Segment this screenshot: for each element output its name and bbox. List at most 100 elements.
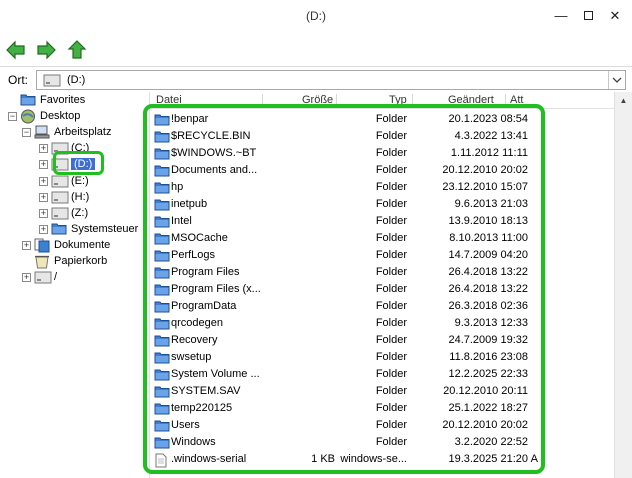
column-divider[interactable] [336,94,337,107]
file-list[interactable]: Datei Größe Typ Geändert Att !benpar Fold… [150,92,632,478]
tree-expander-icon[interactable]: + [39,192,48,202]
tree-item[interactable]: + (Z:) [0,206,149,222]
tree-item-label: (H:) [71,190,90,203]
file-modified: 14.7.2009 04:20 [448,249,528,261]
tree-expander-icon[interactable]: + [39,208,48,218]
tree-expander-icon[interactable]: + [22,240,31,250]
location-combobox[interactable]: (D:) [36,70,626,90]
file-modified: 3.2.2020 22:52 [454,436,528,448]
desktop-icon [21,109,35,124]
table-row[interactable]: Users Folder 20.12.2010 20:02 [150,417,616,434]
tree-expander-icon[interactable]: − [8,112,17,122]
tree-expander-icon[interactable]: + [39,160,48,170]
tree-item[interactable]: + / [0,270,149,286]
table-row[interactable]: SYSTEM.SAV Folder 20.12.2010 20:11 [150,383,616,400]
folder-icon [154,199,170,211]
file-name: !benpar [171,113,209,125]
table-row[interactable]: swsetup Folder 11.8.2016 23:08 [150,349,616,366]
vertical-scrollbar[interactable]: ▲ [614,92,632,478]
file-type: Folder [375,300,407,312]
file-type: Folder [375,368,407,380]
chevron-up-icon: ▲ [619,96,628,105]
table-row[interactable]: PerfLogs Folder 14.7.2009 04:20 [150,247,616,264]
table-row[interactable]: Documents and... Folder 20.12.2010 20:02 [150,162,616,179]
tree-item-label: (Z:) [71,206,89,219]
table-row[interactable]: Intel Folder 13.9.2010 18:13 [150,213,616,230]
table-row[interactable]: $RECYCLE.BIN Folder 4.3.2022 13:41 [150,128,616,145]
back-button[interactable] [5,39,27,61]
table-row[interactable]: Windows Folder 3.2.2020 22:52 [150,434,616,451]
close-button[interactable]: ✕ [605,6,625,26]
column-name[interactable]: Datei [156,94,182,106]
table-row[interactable]: Program Files Folder 26.4.2018 13:22 [150,264,616,281]
file-name: qrcodegen [171,317,223,329]
table-row[interactable]: qrcodegen Folder 9.3.2013 12:33 [150,315,616,332]
table-row[interactable]: System Volume ... Folder 12.2.2025 22:33 [150,366,616,383]
table-row[interactable]: ProgramData Folder 26.3.2018 02:36 [150,298,616,315]
folder-icon [154,318,170,330]
tree-item[interactable]: Favorites [0,93,149,109]
file-type: Folder [375,283,407,295]
tree-item[interactable]: − Desktop [0,109,149,125]
file-type: Folder [375,215,407,227]
up-button[interactable] [66,39,88,61]
scroll-up-button[interactable]: ▲ [615,92,632,109]
tree-item[interactable]: Papierkorb [0,254,149,270]
recycle-bin-icon [35,255,49,269]
file-modified: 26.4.2018 13:22 [448,283,528,295]
tree-expander-icon[interactable]: + [39,176,48,186]
file-modified: 13.9.2010 18:13 [448,215,528,227]
column-size[interactable]: Größe [302,94,333,106]
table-row[interactable]: Recovery Folder 24.7.2009 19:32 [150,332,616,349]
tree-item[interactable]: + (H:) [0,190,149,206]
tree-item[interactable]: + (D:) [0,157,149,173]
column-modified[interactable]: Geändert [448,94,494,106]
tree-item[interactable]: + (E:) [0,174,149,190]
tree-item[interactable]: + (C:) [0,141,149,157]
file-name: Intel [171,215,192,227]
tree-expander-icon[interactable]: − [22,128,31,138]
tree-item-label: Arbeitsplatz [54,126,112,139]
file-type: Folder [375,351,407,363]
column-attr[interactable]: Att [510,94,523,106]
file-type: Folder [375,147,407,159]
table-row[interactable]: $WINDOWS.~BT Folder 1.11.2012 11:11 [150,145,616,162]
table-row[interactable]: temp220125 Folder 25.1.2022 18:27 [150,400,616,417]
tree-expander-icon[interactable]: + [22,273,31,283]
table-row[interactable]: .windows-serial 1 KB windows-se... 19.3.202… [150,451,616,468]
forward-button[interactable] [35,39,57,61]
arrow-right-icon [37,40,56,60]
column-divider[interactable] [412,94,413,107]
file-modified: 26.3.2018 02:36 [448,300,528,312]
file-type: Folder [375,266,407,278]
column-type[interactable]: Typ [389,94,407,106]
drive-icon [51,158,69,171]
drive-icon [51,191,69,204]
file-modified: 12.2.2025 22:33 [448,368,528,380]
minimize-icon: — [554,8,568,23]
column-divider[interactable] [505,94,506,107]
location-dropdown-button[interactable] [608,71,625,89]
table-row[interactable]: MSOCache Folder 8.10.2013 11:00 [150,230,616,247]
table-row[interactable]: !benpar Folder 20.1.2023 08:54 [150,111,616,128]
table-row[interactable]: inetpub Folder 9.6.2013 21:03 [150,196,616,213]
tree-expander-icon[interactable]: + [39,144,48,154]
maximize-icon [583,11,593,21]
folder-tree[interactable]: Favorites − Desktop − Arbeitsplatz + (C:) + (D:)… [0,92,150,478]
tree-item-label: (C:) [71,142,90,155]
file-modified: 9.6.2013 21:03 [454,198,528,210]
file-type: Folder [375,402,407,414]
tree-item[interactable]: + Dokumente [0,238,149,254]
table-row[interactable]: hp Folder 23.12.2010 15:07 [150,179,616,196]
table-row[interactable]: Program Files (x... Folder 26.4.2018 13:22 [150,281,616,298]
tree-item[interactable]: − Arbeitsplatz [0,125,149,141]
tree-item[interactable]: + Systemsteuer [0,222,149,238]
file-type: Folder [375,130,407,142]
file-name: .windows-serial [171,453,247,465]
minimize-button[interactable]: — [551,6,571,26]
tree-expander-icon[interactable]: + [39,224,48,234]
maximize-button[interactable] [578,6,598,26]
documents-icon [34,238,50,253]
column-divider[interactable] [262,94,263,107]
file-type: Folder [375,249,407,261]
